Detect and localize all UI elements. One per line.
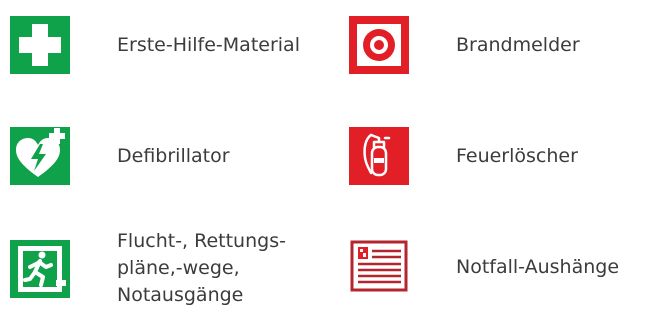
first-aid-cross-icon	[10, 16, 70, 74]
emergency-exit-label: Flucht-, Rettungs- pläne,-wege, Notausgä…	[117, 230, 286, 306]
fire-alarm-icon	[349, 16, 409, 74]
emergency-notice-label: Notfall-Aushänge	[456, 255, 620, 278]
emergency-exit-icon	[10, 239, 70, 298]
fire-alarm-label: Brandmelder	[456, 33, 580, 56]
emergency-notice-icon	[349, 238, 409, 296]
legend-item-fire-alarm: Brandmelder	[349, 16, 580, 74]
defibrillator-label: Defibrillator	[117, 144, 230, 167]
fire-extinguisher-icon	[349, 127, 409, 185]
fire-extinguisher-label: Feuerlöscher	[456, 144, 578, 167]
legend-item-fire-extinguisher: Feuerlöscher	[349, 127, 578, 185]
legend-item-defibrillator: Defibrillator	[10, 127, 230, 185]
legend-item-emergency-exit: Flucht-, Rettungs- pläne,-wege, Notausgä…	[10, 228, 286, 309]
legend-item-emergency-notice: Notfall-Aushänge	[349, 238, 619, 296]
legend-item-first-aid: Erste-Hilfe-Material	[10, 16, 300, 74]
defibrillator-heart-icon	[10, 127, 70, 185]
first-aid-label: Erste-Hilfe-Material	[117, 33, 300, 56]
